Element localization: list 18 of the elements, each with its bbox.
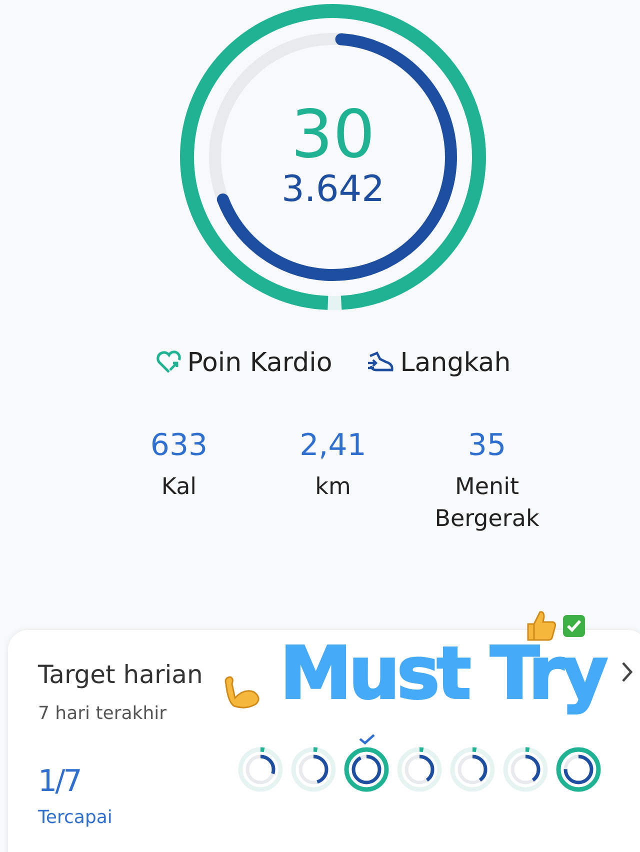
achieved-label: Tercapai (38, 807, 112, 828)
chevron-right-icon[interactable] (620, 660, 634, 684)
cardio-points-value: 30 (291, 102, 375, 168)
card-title: Target harian (38, 660, 203, 689)
steps-value: 3.642 (281, 168, 385, 212)
stat-value: 35 (468, 428, 506, 463)
card-subtitle: 7 hari terakhir (38, 703, 167, 724)
legend-label: Poin Kardio (187, 348, 332, 378)
stat-label: Menit Bergerak (434, 473, 540, 534)
legend-label: Langkah (400, 348, 511, 378)
check-box-icon (562, 614, 586, 638)
achieved-count: 1/7 (38, 764, 82, 799)
sticker-text: Must Try (279, 630, 606, 717)
day-progress-ring (343, 746, 390, 793)
stat-value: 2,41 (300, 428, 366, 463)
stat-label: km (314, 473, 352, 502)
stat-label: Kal (160, 473, 198, 502)
stat-value: 633 (150, 428, 208, 463)
